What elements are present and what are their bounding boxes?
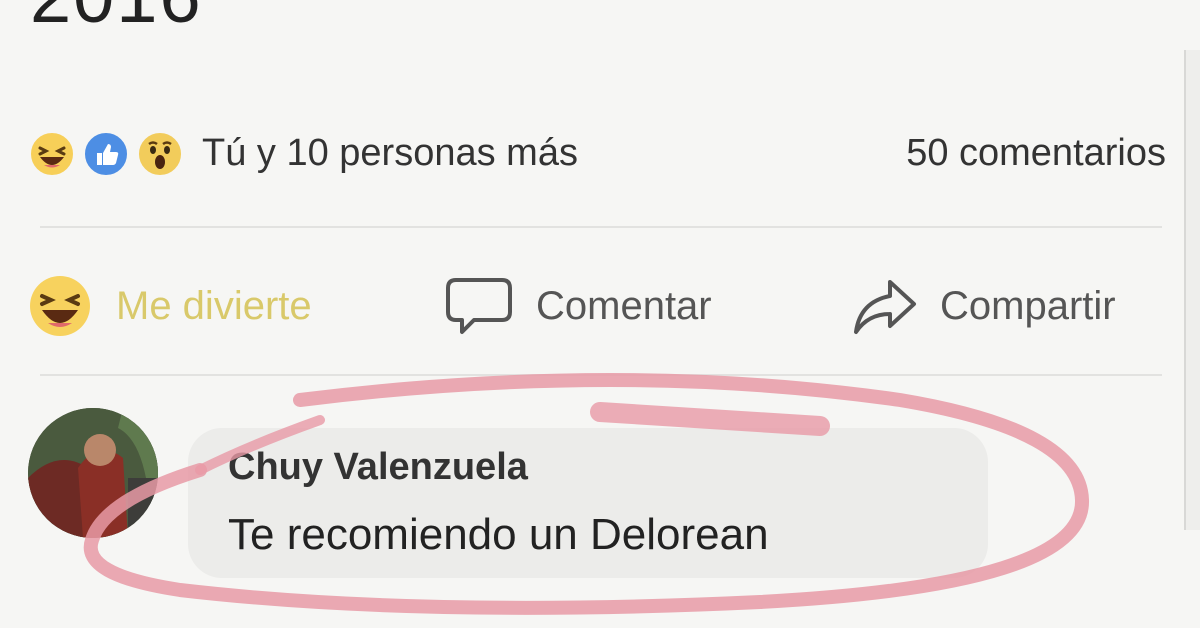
post-actions: Me divierte Comentar Compartir bbox=[24, 270, 1170, 340]
share-arrow-icon bbox=[850, 276, 920, 343]
divider bbox=[40, 374, 1162, 376]
share-button-label: Compartir bbox=[940, 284, 1116, 328]
haha-reaction-icon bbox=[28, 130, 76, 178]
react-button-label: Me divierte bbox=[116, 284, 312, 328]
avatar[interactable] bbox=[28, 408, 158, 538]
share-button[interactable]: Compartir bbox=[850, 270, 1170, 340]
comments-count-link[interactable]: 50 comentarios bbox=[906, 132, 1166, 175]
reactions-summary[interactable]: Tú y 10 personas más 50 comentarios bbox=[24, 126, 1170, 186]
like-reaction-icon bbox=[82, 130, 130, 178]
react-button[interactable]: Me divierte bbox=[24, 270, 364, 340]
post-text-fragment: 2016 bbox=[30, 0, 203, 34]
comment-button[interactable]: Comentar bbox=[444, 270, 764, 340]
reactions-summary-text[interactable]: Tú y 10 personas más bbox=[202, 132, 578, 175]
comment-button-label: Comentar bbox=[536, 284, 712, 328]
wow-reaction-icon bbox=[136, 130, 184, 178]
divider bbox=[40, 226, 1162, 228]
haha-icon bbox=[28, 274, 92, 343]
post-card: 2016 bbox=[0, 0, 1200, 628]
card-edge bbox=[1184, 50, 1200, 530]
comment: Chuy Valenzuela Te recomiendo un Delorea… bbox=[28, 408, 1028, 588]
comment-bubble[interactable]: Chuy Valenzuela Te recomiendo un Delorea… bbox=[188, 428, 988, 578]
comment-author[interactable]: Chuy Valenzuela bbox=[228, 446, 528, 489]
speech-bubble-icon bbox=[444, 276, 514, 343]
comment-text: Te recomiendo un Delorean bbox=[228, 510, 769, 559]
